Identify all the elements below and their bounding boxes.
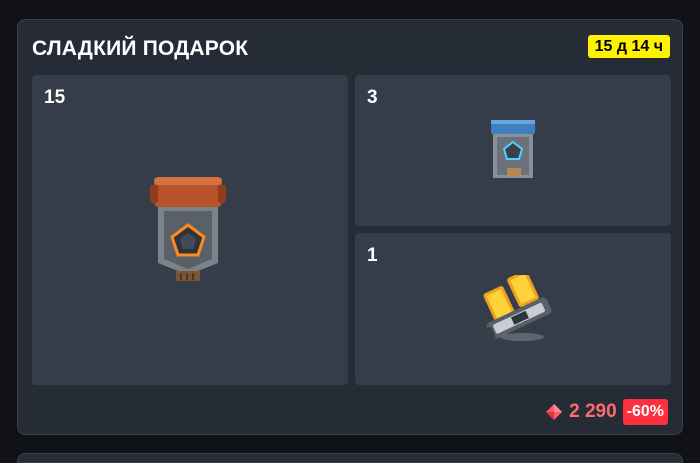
reward-count: 15 bbox=[44, 87, 66, 108]
gem-icon bbox=[546, 404, 563, 420]
reward-count: 1 bbox=[367, 245, 378, 266]
discount-badge: -60% bbox=[622, 399, 668, 425]
booster-module-icon bbox=[482, 275, 552, 342]
offer-title: СЛАДКИЙ ПОДАРОК bbox=[32, 37, 249, 60]
reward-count: 3 bbox=[367, 87, 378, 108]
price-area[interactable]: 2 290 -60% bbox=[545, 398, 668, 426]
reward-tile-orange-container[interactable]: 15 bbox=[32, 75, 348, 385]
offer-card[interactable]: СЛАДКИЙ ПОДАРОК 15 д 14 ч 15 3 1 2 290 -… bbox=[17, 19, 683, 435]
reward-tile-blue-container[interactable]: 3 bbox=[355, 75, 671, 226]
orange-container-icon bbox=[150, 177, 226, 281]
next-card-edge bbox=[17, 453, 683, 463]
reward-tile-booster-module[interactable]: 1 bbox=[355, 233, 671, 385]
blue-container-icon bbox=[491, 120, 535, 184]
offer-timer-badge: 15 д 14 ч bbox=[587, 35, 670, 58]
price-amount: 2 290 bbox=[569, 401, 617, 422]
